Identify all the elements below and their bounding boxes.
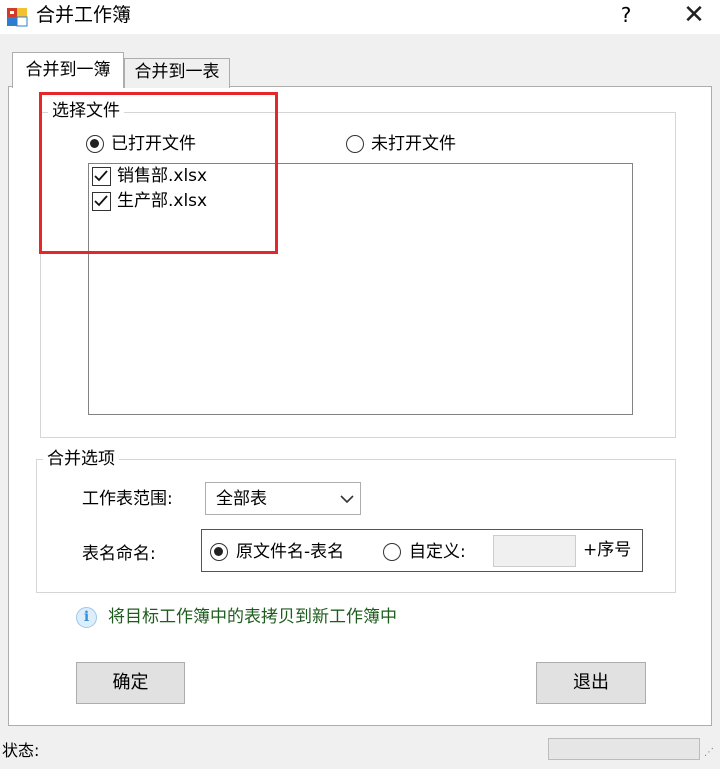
naming-label: 表名命名: — [82, 544, 156, 564]
sheet-range-value: 全部表 — [216, 489, 267, 509]
exit-button[interactable]: 退出 — [536, 662, 646, 704]
unopened-files-label: 未打开文件 — [371, 134, 456, 154]
tab-merge-to-workbook[interactable]: 合并到一簿 — [12, 52, 124, 88]
app-icon — [6, 6, 28, 28]
ok-button[interactable]: 确定 — [76, 662, 185, 704]
naming-custom-label: 自定义: — [409, 542, 466, 562]
help-button[interactable]: ? — [612, 0, 640, 30]
merge-options-group — [36, 459, 676, 593]
info-text: 将目标工作簿中的表拷贝到新工作簿中 — [108, 607, 397, 627]
suffix-label: +序号 — [583, 540, 632, 560]
unopened-files-radio[interactable] — [346, 135, 364, 153]
highlight-box — [39, 92, 278, 254]
tab-merge-to-sheet[interactable]: 合并到一表 — [124, 58, 230, 88]
custom-name-input[interactable] — [493, 535, 576, 567]
status-label: 状态: — [2, 741, 40, 760]
sheet-range-label: 工作表范围: — [82, 489, 173, 509]
naming-original-radio[interactable] — [210, 543, 228, 561]
naming-custom-radio[interactable] — [383, 543, 401, 561]
info-icon: i — [76, 607, 97, 628]
chevron-down-icon — [340, 495, 354, 504]
close-button[interactable]: ✕ — [676, 0, 712, 32]
sheet-range-select[interactable]: 全部表 — [205, 482, 361, 515]
merge-options-group-label: 合并选项 — [43, 448, 119, 470]
naming-original-label: 原文件名-表名 — [236, 542, 345, 562]
progress-bar — [548, 738, 700, 760]
resize-grip-icon[interactable]: ⋰ — [704, 748, 714, 758]
window-title: 合并工作簿 — [36, 4, 132, 26]
